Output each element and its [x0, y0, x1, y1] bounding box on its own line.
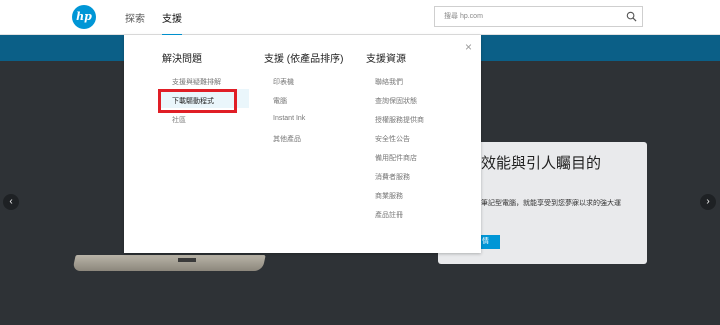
nav-explore[interactable]: 探索 — [125, 10, 145, 25]
link-security-bulletins[interactable]: 安全性公告 — [375, 134, 410, 144]
link-business-services[interactable]: 商業服務 — [375, 191, 403, 201]
laptop-image — [72, 255, 266, 271]
search-input[interactable] — [435, 7, 615, 26]
carousel-prev-button[interactable]: ‹ — [3, 194, 19, 210]
close-icon[interactable]: × — [465, 41, 472, 53]
link-warranty-check[interactable]: 查詢保固狀態 — [375, 96, 417, 106]
link-parts-store[interactable]: 備用配件商店 — [375, 153, 417, 163]
hp-logo[interactable]: hp — [72, 5, 96, 29]
search-box — [434, 6, 643, 27]
link-printers[interactable]: 印表機 — [273, 77, 294, 87]
hp-logo-text: hp — [76, 10, 92, 23]
laptop-ports — [178, 258, 196, 262]
link-computers[interactable]: 電腦 — [273, 96, 287, 106]
hero-subtitle: 筆記型電腦，就能享受到您夢寐以求的強大運 — [481, 200, 621, 207]
link-instant-ink[interactable]: Instant Ink — [273, 115, 305, 122]
column-heading-solve: 解決問題 — [162, 54, 202, 65]
nav-support[interactable]: 支援 — [162, 10, 182, 25]
link-authorized-providers[interactable]: 授權服務提供商 — [375, 115, 424, 125]
link-consumer-services[interactable]: 消費者服務 — [375, 172, 410, 182]
top-header: hp 探索 支援 — [0, 0, 720, 36]
support-mega-menu — [124, 35, 481, 253]
link-community[interactable]: 社區 — [172, 115, 186, 125]
link-support-troubleshooting[interactable]: 支援與疑難排解 — [172, 77, 221, 87]
link-product-registration[interactable]: 產品註冊 — [375, 210, 403, 220]
link-other-products[interactable]: 其他產品 — [273, 134, 301, 144]
column-heading-resources: 支援資源 — [366, 54, 406, 65]
link-contact-us[interactable]: 聯絡我們 — [375, 77, 403, 87]
carousel-next-button[interactable]: › — [700, 194, 716, 210]
annotation-highlight-box — [158, 89, 237, 113]
search-icon[interactable] — [626, 11, 637, 22]
column-heading-by-product: 支援 (依產品排序) — [264, 54, 344, 65]
